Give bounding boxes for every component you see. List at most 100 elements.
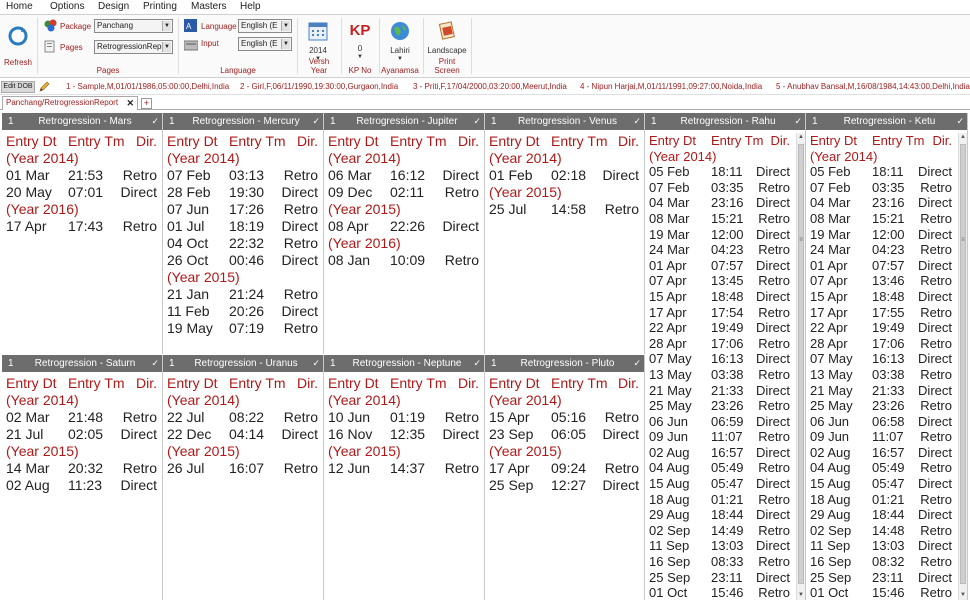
direction: Direct: [756, 538, 790, 554]
pencil-icon[interactable]: [38, 81, 50, 93]
panel-header[interactable]: 1 Retrogression - Mars ✓: [2, 113, 162, 130]
entry-date: 26 Oct: [167, 252, 209, 268]
ribbon-separator: [297, 18, 298, 74]
pages-select[interactable]: RetrogressionRepo ▼: [94, 40, 173, 54]
entry-date: 22 Jul: [167, 409, 205, 425]
direction: Direct: [918, 226, 952, 242]
check-icon[interactable]: ✓: [473, 355, 481, 372]
entry-date: 29 Aug: [810, 507, 851, 523]
scroll-down-icon[interactable]: ▼: [797, 591, 805, 600]
entry-time: 18:48: [872, 288, 905, 304]
vertical-scrollbar[interactable]: ▲ ≡ ▼: [796, 133, 805, 600]
entry-date: 25 May: [649, 398, 692, 414]
year-heading: (Year 2015): [328, 443, 401, 459]
entry-time: 05:49: [872, 460, 905, 476]
menu-design[interactable]: Design: [98, 0, 129, 15]
direction: Retro: [283, 235, 318, 251]
panel-number: 1: [491, 358, 497, 369]
entry-time: 18:48: [711, 288, 744, 304]
menu-printing[interactable]: Printing: [143, 0, 177, 15]
direction-header: Dir.: [618, 133, 639, 149]
entry-date: 28 Apr: [649, 335, 687, 351]
retrogression-panel: 1 Retrogression - Venus ✓ Entry Dt Entry Tm D…: [485, 113, 645, 354]
dob-item[interactable]: 1 - Sample,M,01/01/1986,05:00:00,Delhi,I…: [66, 82, 229, 91]
scroll-up-icon[interactable]: ▲: [797, 133, 805, 142]
table-row: 04 Oct 22:32 Retro: [163, 235, 323, 252]
panel-header[interactable]: 1 Retrogression - Uranus ✓: [163, 355, 323, 372]
ayanamsa-button[interactable]: Lahiri ▼: [382, 21, 418, 63]
table-row: 25 Sep 23:11 Direct: [806, 570, 957, 586]
entry-time: 23:16: [711, 195, 744, 211]
dob-item[interactable]: 2 - Girl,F,06/11/1990,19:30:00,Gurgaon,I…: [240, 82, 398, 91]
entry-time: 17:55: [872, 304, 905, 320]
add-tab-button[interactable]: +: [141, 98, 152, 109]
entry-time: 20:26: [229, 303, 265, 319]
edit-dob-button[interactable]: Edit DOB: [1, 81, 35, 93]
panel-header[interactable]: 1 Retrogression - Neptune ✓: [324, 355, 484, 372]
check-icon[interactable]: ✓: [633, 355, 641, 372]
entry-date: 02 Aug: [649, 444, 690, 460]
panel-header[interactable]: 1 Retrogression - Venus ✓: [485, 113, 644, 130]
panel-header[interactable]: 1 Retrogression - Saturn ✓: [2, 355, 162, 372]
direction: Retro: [444, 252, 479, 268]
menu-masters[interactable]: Masters: [191, 0, 227, 15]
menu-home[interactable]: Home: [6, 0, 33, 15]
scrollbar-thumb[interactable]: [960, 144, 966, 584]
table-row: 06 Mar 16:12 Direct: [324, 167, 484, 184]
entry-date: 17 Apr: [489, 460, 530, 476]
check-icon[interactable]: ✓: [312, 355, 320, 372]
panel-header[interactable]: 1 Retrogression - Pluto ✓: [485, 355, 644, 372]
input-select[interactable]: English (E ▼: [238, 37, 292, 51]
menu-help[interactable]: Help: [240, 0, 261, 15]
scroll-up-icon[interactable]: ▲: [959, 133, 967, 142]
panel-number: 1: [330, 358, 336, 369]
check-icon[interactable]: ✓: [794, 113, 802, 130]
vertical-scrollbar[interactable]: ▲ ≡ ▼: [958, 133, 967, 600]
column-header-row: Entry Dt Entry Tm Dir.: [485, 375, 644, 392]
entry-date: 07 Apr: [649, 273, 687, 289]
entry-time: 06:05: [551, 426, 587, 442]
versh-year-value: 2014: [309, 46, 327, 55]
check-icon[interactable]: ✓: [151, 113, 159, 130]
check-icon[interactable]: ✓: [956, 113, 964, 130]
direction: Retro: [444, 409, 479, 425]
entry-time: 18:11: [711, 164, 743, 180]
table-row: 01 Apr 07:57 Direct: [806, 258, 957, 274]
check-icon[interactable]: ✓: [633, 113, 641, 130]
entry-date: 04 Oct: [167, 235, 209, 251]
entry-date: 25 May: [810, 398, 853, 414]
check-icon[interactable]: ✓: [473, 113, 481, 130]
package-select[interactable]: Panchang ▼: [94, 19, 173, 33]
panel-number: 1: [169, 358, 175, 369]
check-icon[interactable]: ✓: [312, 113, 320, 130]
year-heading: (Year 2014): [6, 150, 79, 166]
direction: Retro: [444, 460, 479, 476]
check-icon[interactable]: ✓: [151, 355, 159, 372]
direction: Direct: [756, 320, 790, 336]
panel-header[interactable]: 1 Retrogression - Ketu ✓: [806, 113, 967, 130]
panel-header[interactable]: 1 Retrogression - Rahu ✓: [645, 113, 805, 130]
direction: Direct: [756, 569, 790, 585]
table-row: 11 Feb 20:26 Direct: [163, 303, 323, 320]
close-icon[interactable]: ✕: [126, 97, 134, 109]
entry-time: 23:11: [711, 569, 743, 585]
entry-date: 19 Mar: [649, 226, 690, 242]
table-row: 19 Mar 12:00 Direct: [645, 227, 795, 243]
language-select[interactable]: English (E ▼: [238, 19, 292, 33]
year-heading: (Year 2015): [328, 201, 401, 217]
scrollbar-thumb[interactable]: [798, 144, 804, 584]
print-screen-button[interactable]: Landscape: [426, 21, 468, 55]
entry-date: 01 Oct: [649, 585, 688, 600]
dob-item[interactable]: 3 - Priti,F,17/04/2000,03:20:00,Meerut,I…: [413, 82, 567, 91]
refresh-button[interactable]: Refresh: [2, 25, 34, 67]
dob-item[interactable]: 4 - Nipun Harjai,M,01/11/1991,09:27:00,N…: [580, 82, 762, 91]
year-heading: (Year 2015): [6, 443, 79, 459]
panel-header[interactable]: 1 Retrogression - Jupiter ✓: [324, 113, 484, 130]
scroll-down-icon[interactable]: ▼: [959, 591, 967, 600]
kp-no-button[interactable]: KP 0 ▼: [345, 21, 375, 61]
panel-header[interactable]: 1 Retrogression - Mercury ✓: [163, 113, 323, 130]
tab-retrogression-report[interactable]: Panchang/RetrogressionReport ✕: [2, 96, 138, 110]
table-row: 18 Aug 01:21 Retro: [645, 492, 795, 508]
menu-options[interactable]: Options: [50, 0, 84, 15]
dob-item[interactable]: 5 - Anubhav Bansal,M,16/08/1984,14:43:00…: [776, 82, 970, 91]
